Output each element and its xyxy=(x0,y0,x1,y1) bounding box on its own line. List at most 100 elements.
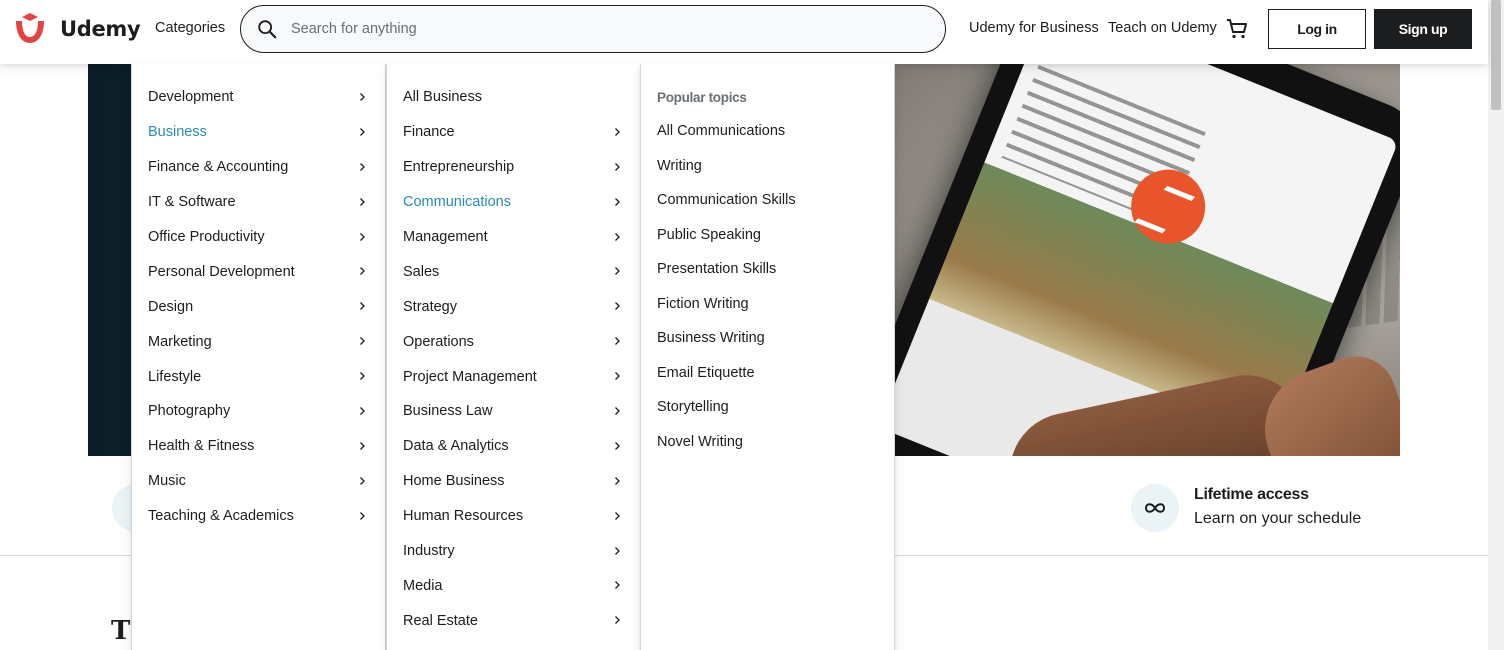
popular-topic-item-label: All Communications xyxy=(657,123,786,140)
sign-up-button[interactable]: Sign up xyxy=(1374,9,1472,49)
chevron-right-icon xyxy=(615,127,620,136)
category-item-label: IT & Software xyxy=(148,194,236,211)
popular-topic-item[interactable]: Storytelling xyxy=(641,390,894,425)
top-navigation-bar: Udemy Categories Udemy for Business Teac… xyxy=(0,0,1488,64)
popular-topic-item[interactable]: Email Etiquette xyxy=(641,356,894,391)
popular-topic-item[interactable]: Writing xyxy=(641,149,894,184)
subcategory-item[interactable]: Industry xyxy=(387,534,640,569)
subcategory-item[interactable]: Business Law xyxy=(387,394,640,429)
subcategory-item-label: Entrepreneurship xyxy=(403,159,515,176)
subcategory-item[interactable]: Project Management xyxy=(387,359,640,394)
udemy-for-business-link[interactable]: Udemy for Business xyxy=(969,20,1099,36)
category-item-label: Marketing xyxy=(148,333,212,350)
chevron-right-icon xyxy=(360,476,365,485)
popular-topic-item[interactable]: Presentation Skills xyxy=(641,252,894,287)
search-input[interactable] xyxy=(291,9,911,49)
popular-topic-item[interactable]: All Communications xyxy=(641,114,894,149)
subcategory-item[interactable]: Media xyxy=(387,568,640,603)
categories-menu-button[interactable]: Categories xyxy=(155,20,225,36)
chevron-right-icon xyxy=(615,337,620,346)
subcategory-item[interactable]: Data & Analytics xyxy=(387,429,640,464)
category-item[interactable]: Health & Fitness xyxy=(132,429,385,464)
udemy-logo[interactable]: Udemy xyxy=(14,11,141,47)
category-item[interactable]: Music xyxy=(132,464,385,499)
subcategory-item-label: Operations xyxy=(403,333,474,350)
category-item[interactable]: Marketing xyxy=(132,324,385,359)
category-item-label: Design xyxy=(148,298,194,315)
category-item[interactable]: IT & Software xyxy=(132,185,385,220)
subcategory-item[interactable]: Real Estate xyxy=(387,603,640,638)
subcategory-item[interactable]: Operations xyxy=(387,324,640,359)
chevron-right-icon xyxy=(360,407,365,415)
category-item[interactable]: Office Productivity xyxy=(132,220,385,255)
category-item-label: Teaching & Academics xyxy=(148,508,294,525)
cart-icon[interactable] xyxy=(1225,17,1249,41)
subcategory-item-label: Management xyxy=(403,229,488,245)
page-scrollbar[interactable] xyxy=(1488,0,1504,650)
subcategory-item[interactable]: Home Business xyxy=(387,464,640,499)
category-item-label: Lifestyle xyxy=(148,368,202,385)
popular-topic-item-label: Public Speaking xyxy=(657,226,761,243)
popular-topic-item-label: Business Writing xyxy=(657,330,765,347)
search-bar xyxy=(240,5,946,53)
category-item[interactable]: Teaching & Academics xyxy=(132,499,385,534)
search-icon[interactable] xyxy=(243,6,291,52)
popular-topic-item-label: Fiction Writing xyxy=(657,295,749,312)
subcategory-item-label: Strategy xyxy=(403,298,457,315)
category-item-label: Music xyxy=(148,473,186,490)
teach-on-udemy-link[interactable]: Teach on Udemy xyxy=(1108,20,1217,36)
chevron-right-icon xyxy=(615,197,620,206)
category-item[interactable]: Finance & Accounting xyxy=(132,150,385,185)
chevron-right-icon xyxy=(615,511,620,520)
chevron-right-icon xyxy=(615,476,620,485)
scrollbar-thumb[interactable] xyxy=(1491,0,1501,110)
subcategory-item-label: Real Estate xyxy=(403,612,478,629)
subcategory-item-label: Communications xyxy=(403,194,511,211)
chevron-right-icon xyxy=(360,197,365,206)
popular-topic-item-label: Writing xyxy=(657,157,702,174)
subcategory-item[interactable]: Finance xyxy=(387,115,640,150)
category-item[interactable]: Business xyxy=(132,115,385,150)
subcategory-item[interactable]: Sales xyxy=(387,254,640,289)
popular-topic-item[interactable]: Public Speaking xyxy=(641,218,894,253)
subcategory-item[interactable]: Strategy xyxy=(387,289,640,324)
subcategory-item[interactable]: Entrepreneurship xyxy=(387,150,640,185)
subcategory-item-label: Data & Analytics xyxy=(403,438,509,455)
subcategory-item-label: All Business xyxy=(403,89,482,106)
popular-topic-item-label: Presentation Skills xyxy=(657,261,777,278)
chevron-right-icon xyxy=(615,616,620,625)
popular-topic-item[interactable]: Business Writing xyxy=(641,321,894,356)
chevron-right-icon xyxy=(360,162,365,171)
subcategory-item[interactable]: All Business xyxy=(387,80,640,115)
category-item-label: Health & Fitness xyxy=(148,438,255,455)
chevron-right-icon xyxy=(360,267,365,276)
category-item[interactable]: Personal Development xyxy=(132,254,385,289)
popular-topic-item[interactable]: Communication Skills xyxy=(641,183,894,218)
subcategory-item[interactable]: Management xyxy=(387,220,640,255)
popular-topic-item-label: Novel Writing xyxy=(657,433,743,450)
chevron-right-icon xyxy=(615,581,620,590)
popular-topic-item[interactable]: Novel Writing xyxy=(641,425,894,460)
category-item-label: Office Productivity xyxy=(148,229,265,245)
popular-topic-item-label: Communication Skills xyxy=(657,192,796,209)
subcategory-item[interactable]: Communications xyxy=(387,185,640,220)
category-item-label: Photography xyxy=(148,403,231,420)
category-item[interactable]: Development xyxy=(132,80,385,115)
category-item[interactable]: Design xyxy=(132,289,385,324)
category-item[interactable]: Lifestyle xyxy=(132,359,385,394)
chevron-right-icon xyxy=(615,302,620,311)
chevron-right-icon xyxy=(615,162,620,171)
chevron-right-icon xyxy=(615,441,620,450)
lifetime-access-subtitle: Learn on your schedule xyxy=(1194,510,1362,527)
category-item-label: Personal Development xyxy=(148,263,295,280)
udemy-logo-text: Udemy xyxy=(60,17,141,41)
category-item[interactable]: Photography xyxy=(132,394,385,429)
popular-topic-item-label: Email Etiquette xyxy=(657,364,755,381)
log-in-button[interactable]: Log in xyxy=(1268,9,1366,49)
subcategory-item[interactable]: Human Resources xyxy=(387,499,640,534)
chevron-right-icon xyxy=(360,511,365,520)
lifetime-access-title: Lifetime access xyxy=(1194,486,1309,503)
chevron-right-icon xyxy=(360,302,365,311)
popular-topic-item[interactable]: Fiction Writing xyxy=(641,287,894,322)
subcategory-item-label: Human Resources xyxy=(403,508,524,525)
